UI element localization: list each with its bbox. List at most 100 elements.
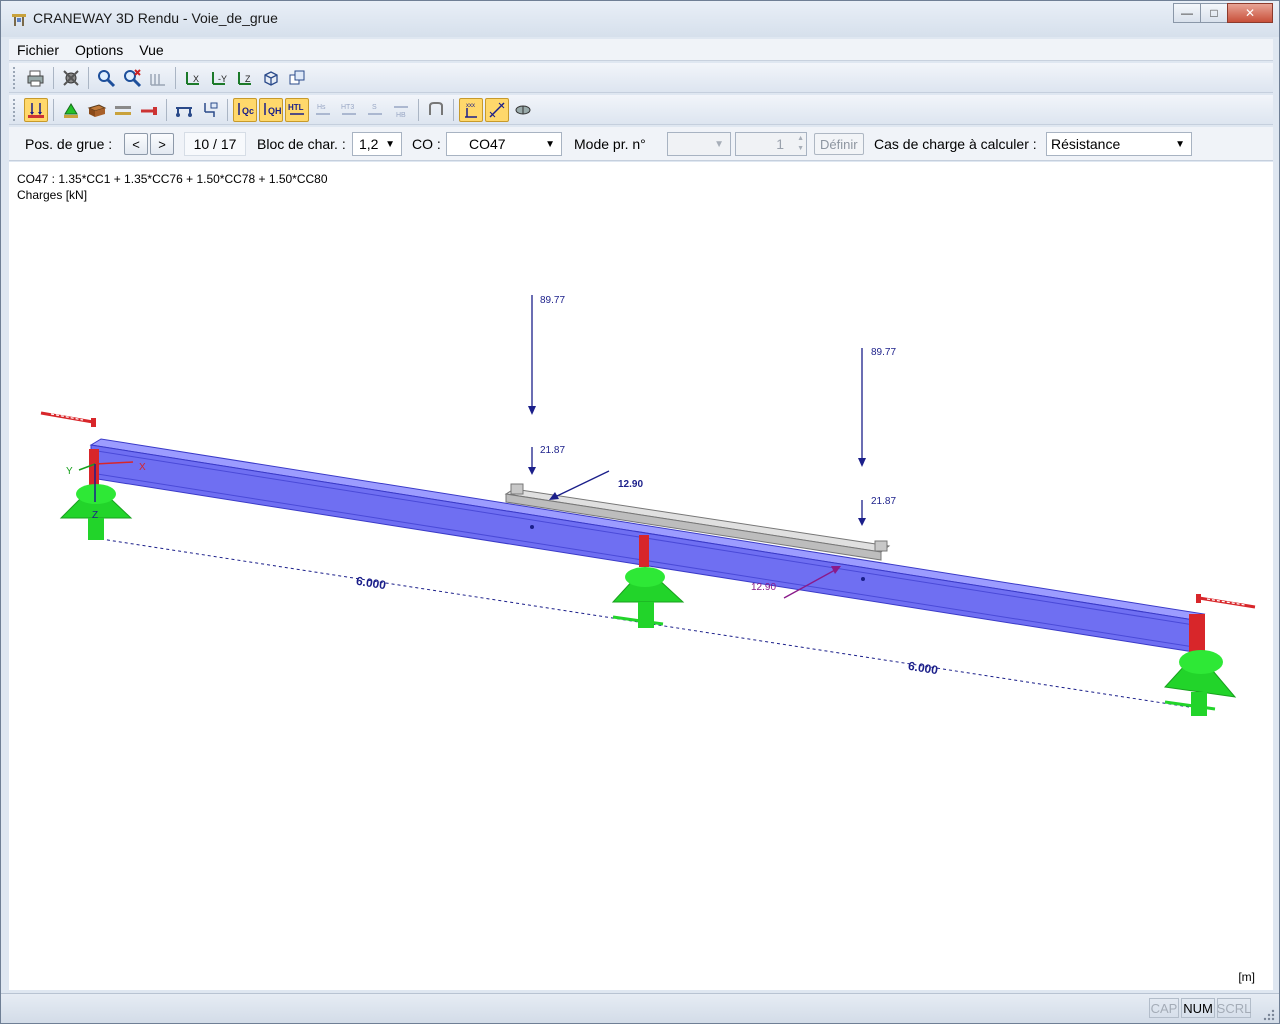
multi-view-button[interactable] [285, 66, 309, 90]
mode-select[interactable]: ▼ [667, 132, 731, 156]
end-stop-icon [141, 106, 157, 115]
show-stops-button[interactable] [137, 98, 161, 122]
show-crane-button[interactable] [172, 98, 196, 122]
section-button[interactable] [424, 98, 448, 122]
window-title: CRANEWAY 3D Rendu - Voie_de_grue [33, 10, 278, 26]
show-supports-button[interactable] [59, 98, 83, 122]
menu-options[interactable]: Options [67, 42, 131, 58]
windows-icon [289, 70, 305, 84]
svg-text:X: X [193, 74, 199, 84]
view-x-button[interactable]: X [181, 66, 205, 90]
prev-position-button[interactable]: < [124, 133, 148, 155]
axis-x-label: X [139, 462, 146, 473]
app-window: CRANEWAY 3D Rendu - Voie_de_grue — □ ✕ F… [0, 0, 1280, 1024]
position-display: 10 / 17 [184, 132, 246, 156]
grid-button[interactable] [146, 66, 170, 90]
s-button[interactable]: S [363, 98, 387, 122]
support-middle[interactable] [611, 566, 685, 628]
resize-grip-icon[interactable] [1261, 1007, 1275, 1021]
secondary-load-1[interactable]: 21.87 [528, 445, 565, 475]
load-case-value: Résistance [1051, 136, 1121, 152]
toolbar-grip[interactable] [13, 98, 17, 121]
co-value: CO47 [469, 136, 506, 152]
wheel-load-icon [204, 102, 218, 117]
model-canvas[interactable]: 6.000 6.000 X Y Z 89.77 89.77 21.87 21.8… [9, 162, 1273, 990]
render-button[interactable] [511, 98, 535, 122]
show-dimensions-button[interactable] [485, 97, 509, 122]
define-button[interactable]: Définir [814, 133, 864, 155]
close-icon: ✕ [1244, 6, 1256, 20]
svg-text:HB: HB [396, 112, 406, 119]
title-bar[interactable]: CRANEWAY 3D Rendu - Voie_de_grue — □ ✕ [1, 1, 1279, 37]
chevron-down-icon: ▼ [714, 138, 724, 150]
render-icon [515, 105, 531, 114]
stepper-arrows-icon[interactable]: ▲ ▼ [797, 134, 804, 154]
show-rails-button[interactable] [111, 98, 135, 122]
svg-text:HT3: HT3 [341, 104, 354, 111]
mode-number-stepper[interactable]: 1 ▲ ▼ [735, 132, 807, 156]
co-label: CO : [412, 136, 441, 152]
co-select[interactable]: CO47 ▼ [446, 132, 562, 156]
span-2-label: 6.000 [907, 659, 939, 677]
hs-button[interactable]: Hs [311, 98, 335, 122]
section-icon [429, 101, 443, 115]
axis-y-label: Y [66, 466, 73, 477]
qh-icon: QH [264, 102, 281, 116]
maximize-button[interactable]: □ [1200, 3, 1228, 23]
secondary-load-2[interactable]: 21.87 [858, 496, 896, 526]
hb-icon: HB [394, 105, 408, 119]
axis-z-label: Z [92, 510, 98, 521]
app-icon [12, 14, 26, 26]
mode-number-value: 1 [776, 136, 784, 152]
horizontal-load-1[interactable]: 12.90 [549, 470, 643, 500]
show-values-button[interactable]: xxx [459, 97, 483, 122]
close-button[interactable]: ✕ [1227, 3, 1273, 23]
toolbar-view: X -Y Z [9, 63, 1273, 93]
load-v2-label: 89.77 [871, 347, 896, 358]
chevron-down-icon: ▼ [1175, 138, 1185, 150]
show-members-button[interactable] [85, 98, 109, 122]
menu-fichier[interactable]: Fichier [9, 42, 67, 58]
view-y-icon: -Y [212, 71, 227, 85]
beam-icon [87, 103, 107, 117]
view-z-button[interactable]: Z [233, 66, 257, 90]
rail-icon [115, 105, 131, 115]
bloc-select[interactable]: 1,2 ▼ [352, 132, 402, 156]
load-case-select[interactable]: Résistance ▼ [1046, 132, 1192, 156]
vertical-load-2[interactable]: 89.77 [858, 347, 896, 467]
toolbar-display: Qc QH HTL Hs HT3 S HB xxx [9, 95, 1273, 125]
support-right[interactable] [1163, 650, 1237, 716]
dimension-icon [489, 101, 505, 118]
svg-text:HTL: HTL [288, 103, 304, 112]
ht3-button[interactable]: HT3 [337, 98, 361, 122]
menu-vue[interactable]: Vue [131, 42, 171, 58]
cas-label: Cas de charge à calculer : [874, 136, 1037, 152]
end-stop-left [40, 411, 96, 427]
zoom-icon [98, 69, 116, 87]
tools-icon [63, 69, 79, 86]
zoom-button[interactable] [94, 66, 118, 90]
zoom-reset-button[interactable] [120, 66, 144, 90]
toolbar-grip[interactable] [13, 66, 17, 89]
load-s2-label: 21.87 [871, 496, 896, 507]
load-s1-label: 21.87 [540, 445, 565, 456]
htl-button[interactable]: HTL [285, 97, 309, 122]
vertical-load-1[interactable]: 89.77 [528, 295, 565, 415]
view-y-button[interactable]: -Y [207, 66, 231, 90]
control-bar: Pos. de grue : < > 10 / 17 Bloc de char.… [9, 127, 1273, 161]
minimize-button[interactable]: — [1173, 3, 1201, 23]
printer-icon [27, 70, 44, 86]
qc-button[interactable]: Qc [233, 97, 257, 122]
isometric-view-button[interactable] [259, 66, 283, 90]
next-position-button[interactable]: > [150, 133, 174, 155]
settings-button[interactable] [59, 66, 83, 90]
maximize-icon: □ [1210, 6, 1218, 20]
render-viewport[interactable]: CO47 : 1.35*CC1 + 1.35*CC76 + 1.50*CC78 … [9, 162, 1273, 990]
hb-button[interactable]: HB [389, 98, 413, 122]
show-wheel-loads-button[interactable] [198, 98, 222, 122]
values-icon: xxx [465, 103, 477, 118]
print-button[interactable] [24, 66, 48, 90]
ht3-icon: HT3 [341, 104, 356, 115]
show-loads-button[interactable] [24, 97, 48, 122]
qh-button[interactable]: QH [259, 97, 283, 122]
